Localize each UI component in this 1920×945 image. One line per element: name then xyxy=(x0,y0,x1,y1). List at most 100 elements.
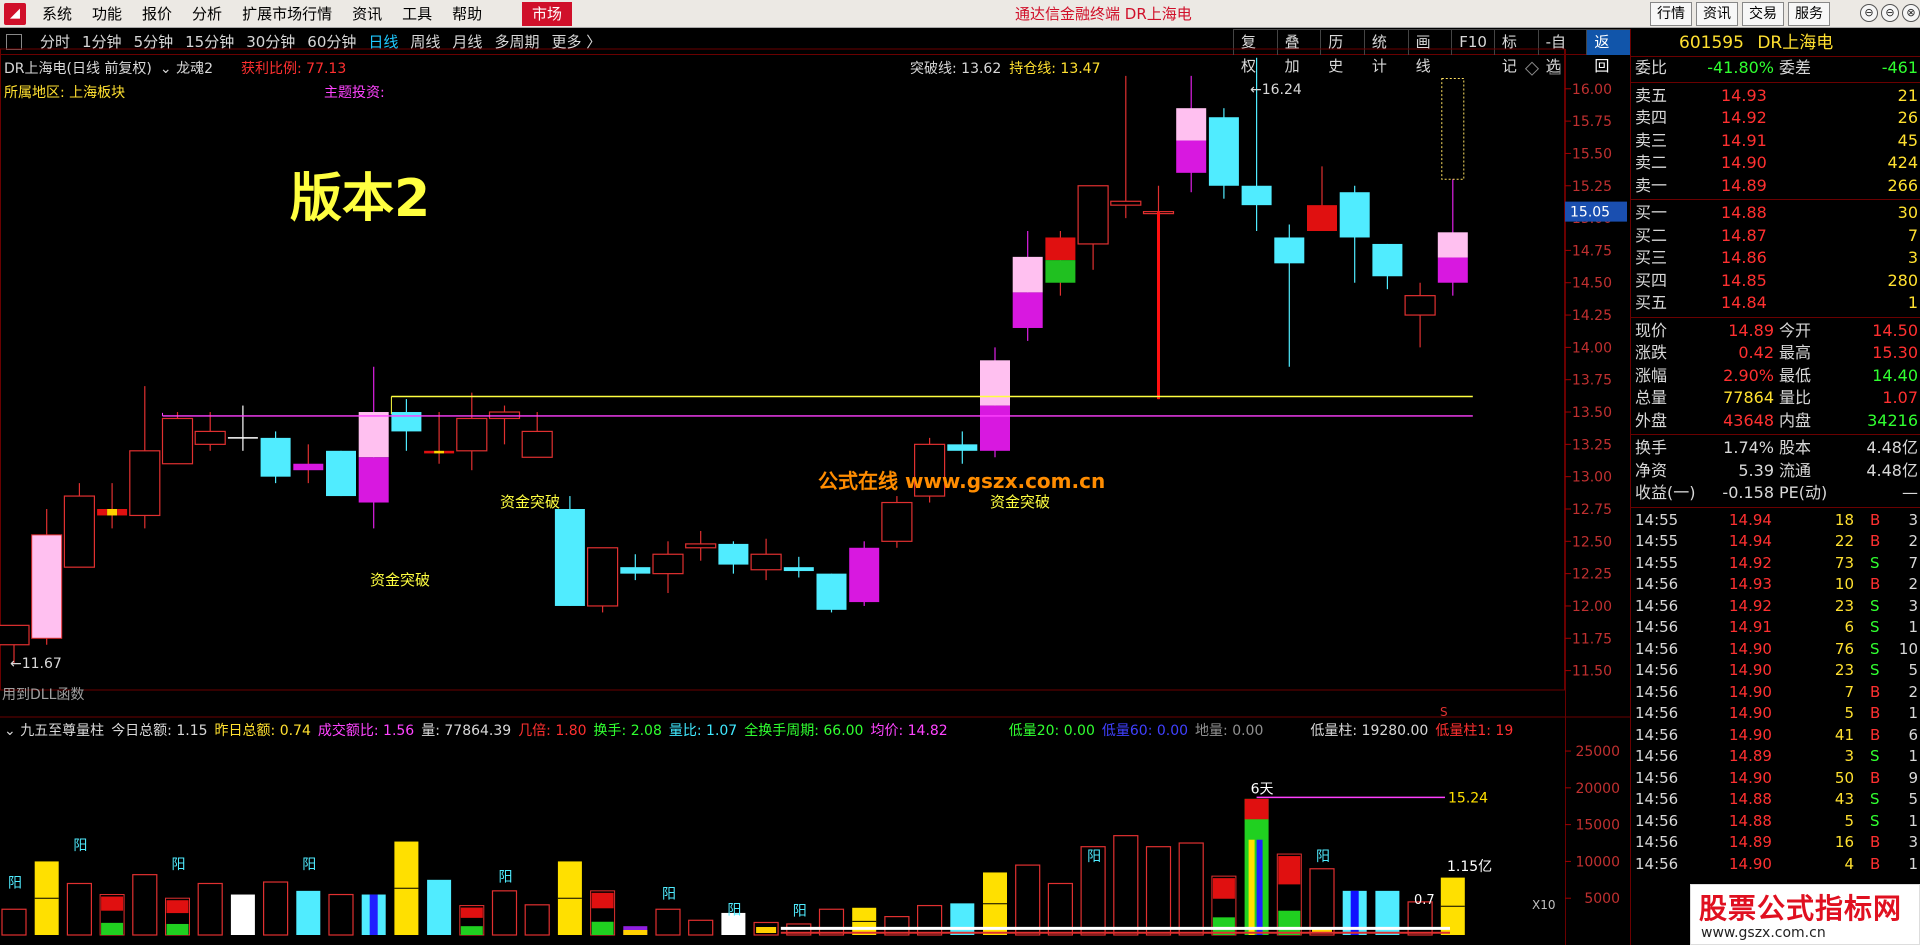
volume-bar[interactable] xyxy=(1276,853,1302,936)
menu-item-3[interactable]: 分析 xyxy=(182,0,232,28)
bids-row[interactable]: 买二 14.87 7 xyxy=(1631,225,1920,248)
diamond-icon[interactable] xyxy=(1524,61,1540,76)
minimize-icon[interactable]: ⊖ xyxy=(1860,4,1878,22)
volume-bar[interactable] xyxy=(916,904,943,936)
volume-bar[interactable] xyxy=(852,907,877,935)
candle[interactable] xyxy=(718,541,749,574)
close-icon[interactable]: ⊗ xyxy=(1902,4,1920,22)
app-logo-icon[interactable]: ◢ xyxy=(4,3,26,25)
candle[interactable] xyxy=(750,538,782,581)
candle[interactable] xyxy=(1045,231,1076,296)
candle[interactable] xyxy=(97,483,128,529)
candle[interactable] xyxy=(63,483,96,568)
volume-bar[interactable] xyxy=(950,903,975,935)
menu-item-5[interactable]: 资讯 xyxy=(342,0,392,28)
candle[interactable] xyxy=(554,496,585,606)
candle[interactable] xyxy=(161,412,194,465)
candle[interactable] xyxy=(1142,185,1175,400)
candle[interactable] xyxy=(521,412,553,458)
volume-bar[interactable] xyxy=(99,894,125,936)
volume-bar[interactable] xyxy=(590,890,616,936)
candle[interactable] xyxy=(652,541,684,594)
menu-item-0[interactable]: 系统 xyxy=(32,0,82,28)
candle[interactable] xyxy=(326,450,356,497)
volume-bar[interactable] xyxy=(524,904,550,936)
volume-bar[interactable] xyxy=(1440,877,1465,935)
volume-bar[interactable] xyxy=(263,881,289,936)
volume-bar[interactable] xyxy=(688,919,714,936)
volume-bar[interactable] xyxy=(459,905,485,936)
volume-bar[interactable] xyxy=(1,908,27,936)
asks-row[interactable]: 卖三 14.91 45 xyxy=(1631,130,1920,153)
bids-row[interactable]: 买四 14.85 280 xyxy=(1631,270,1920,293)
bids-row[interactable]: 买五 14.84 1 xyxy=(1631,292,1920,315)
candle[interactable] xyxy=(31,508,63,645)
candle[interactable] xyxy=(586,547,619,613)
candle[interactable] xyxy=(1110,75,1142,219)
volume-bar[interactable] xyxy=(557,861,582,935)
volume-bar[interactable] xyxy=(361,894,386,935)
volume-bar[interactable] xyxy=(753,921,779,936)
menu-item-7[interactable]: 帮助 xyxy=(442,0,492,28)
volume-bar[interactable] xyxy=(1178,842,1204,936)
top-button-3[interactable]: 服务 xyxy=(1788,2,1830,26)
candle[interactable] xyxy=(1176,75,1207,193)
candle[interactable] xyxy=(1404,282,1436,348)
volume-bar[interactable] xyxy=(818,908,845,936)
candle[interactable] xyxy=(849,541,880,606)
candle[interactable] xyxy=(620,554,651,581)
candle[interactable] xyxy=(1339,185,1370,283)
tick-list[interactable]: 14:55 14.94 18 B 3 14:55 14.94 22 B 2 14:55 14.92 73… xyxy=(1631,510,1920,876)
candle[interactable] xyxy=(227,405,258,451)
volume-bar[interactable] xyxy=(427,879,452,935)
volume-bar[interactable] xyxy=(230,894,255,935)
volume-bar[interactable] xyxy=(34,861,59,935)
candle[interactable] xyxy=(488,405,521,445)
candle[interactable] xyxy=(947,431,978,464)
top-button-0[interactable]: 行情 xyxy=(1650,2,1692,26)
volume-bar[interactable] xyxy=(296,890,321,935)
candle[interactable] xyxy=(980,347,1010,458)
volume-bar[interactable] xyxy=(655,908,681,936)
asks-row[interactable]: 卖一 14.89 266 xyxy=(1631,175,1920,198)
candle[interactable] xyxy=(1307,166,1337,232)
candle[interactable] xyxy=(783,556,814,578)
menu-item-1[interactable]: 功能 xyxy=(82,0,132,28)
menu-item-2[interactable]: 报价 xyxy=(132,0,182,28)
volume-bar[interactable] xyxy=(1309,868,1335,936)
candle[interactable] xyxy=(424,412,455,464)
candle[interactable] xyxy=(129,386,161,529)
candle[interactable] xyxy=(685,530,717,561)
volume-bar[interactable] xyxy=(66,882,93,936)
candle[interactable] xyxy=(1077,185,1109,270)
candle[interactable] xyxy=(260,431,291,484)
candle[interactable] xyxy=(1437,179,1468,296)
volume-indicator-selector[interactable]: ⌄ 九五至尊量柱 xyxy=(4,720,104,740)
candle[interactable] xyxy=(194,412,226,451)
volume-bar[interactable] xyxy=(983,872,1007,935)
volume-bar[interactable] xyxy=(1244,798,1269,935)
candle[interactable] xyxy=(1208,108,1239,199)
volume-bar[interactable] xyxy=(1211,875,1237,936)
volume-bar[interactable] xyxy=(197,882,223,936)
top-button-1[interactable]: 资讯 xyxy=(1696,2,1738,26)
candle[interactable] xyxy=(293,444,324,484)
volume-bar[interactable] xyxy=(491,890,518,936)
candle[interactable] xyxy=(1372,243,1403,290)
candle[interactable] xyxy=(881,496,913,548)
candle[interactable] xyxy=(358,366,389,529)
asks-row[interactable]: 卖五 14.93 21 xyxy=(1631,85,1920,108)
asks-row[interactable]: 卖二 14.90 424 xyxy=(1631,152,1920,175)
volume-bar[interactable] xyxy=(328,893,354,936)
expand-icon[interactable] xyxy=(1549,63,1561,75)
volume-bar[interactable] xyxy=(623,926,648,935)
candle[interactable] xyxy=(1274,224,1305,367)
asks-row[interactable]: 卖四 14.92 26 xyxy=(1631,107,1920,130)
bids-row[interactable]: 买三 14.86 3 xyxy=(1631,247,1920,270)
restore-icon[interactable]: ⊖ xyxy=(1881,4,1899,22)
top-button-2[interactable]: 交易 xyxy=(1742,2,1784,26)
volume-bar[interactable] xyxy=(1145,846,1172,936)
candle[interactable] xyxy=(816,573,847,613)
volume-bar[interactable] xyxy=(1015,864,1041,936)
market-menu-button[interactable]: 市场 xyxy=(522,2,572,26)
